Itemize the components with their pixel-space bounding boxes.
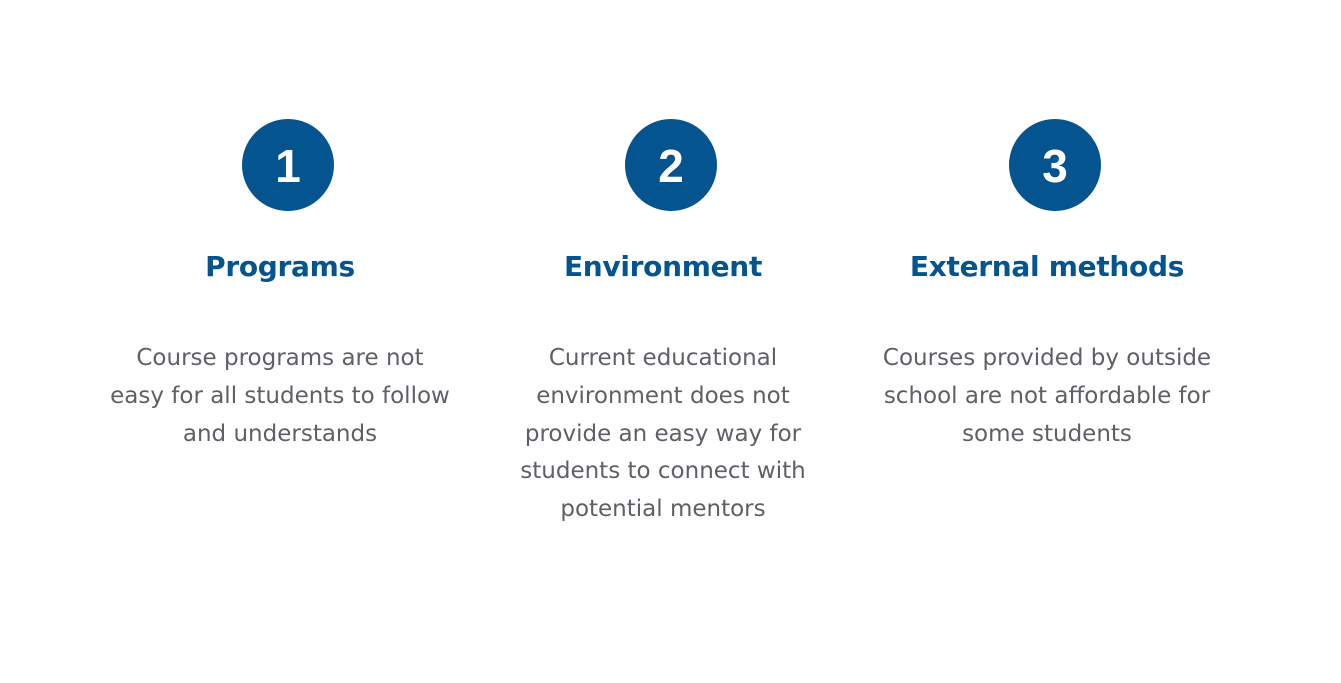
features-section: 1 Programs Course programs are not easy … — [0, 0, 1341, 683]
feature-title: External methods — [909, 250, 1185, 283]
feature-card-external-methods: 3 External methods Courses provided by o… — [867, 119, 1227, 453]
feature-description: Courses provided by outside school are n… — [882, 345, 1212, 447]
feature-card-programs: 1 Programs Course programs are not easy … — [100, 119, 460, 453]
step-number-badge: 1 — [242, 119, 334, 211]
feature-description: Course programs are not easy for all stu… — [110, 345, 450, 447]
step-number-badge: 3 — [1009, 119, 1101, 211]
feature-description: Current educational environment does not… — [520, 345, 806, 522]
feature-card-environment: 2 Environment Current educational enviro… — [483, 119, 843, 529]
feature-title: Programs — [205, 250, 355, 283]
feature-title: Environment — [563, 250, 763, 283]
step-number-badge: 2 — [625, 119, 717, 211]
